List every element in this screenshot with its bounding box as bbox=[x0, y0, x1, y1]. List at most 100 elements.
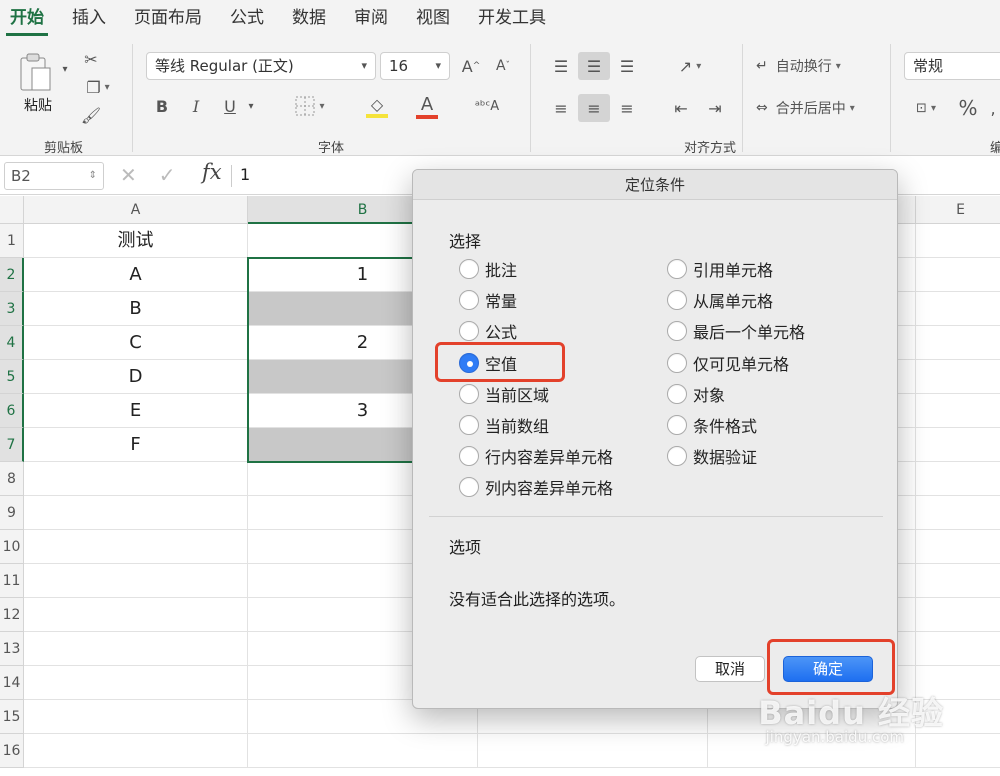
radio-option[interactable]: 条件格式 bbox=[667, 412, 757, 438]
row-header[interactable]: 13 bbox=[0, 632, 24, 666]
font-color-button[interactable]: A bbox=[404, 92, 450, 120]
cell[interactable] bbox=[478, 734, 708, 768]
align-left-icon[interactable]: ≡ bbox=[546, 94, 576, 122]
cell[interactable] bbox=[916, 530, 1000, 564]
row-header[interactable]: 12 bbox=[0, 598, 24, 632]
cell[interactable]: C bbox=[24, 326, 248, 360]
row-header[interactable]: 14 bbox=[0, 666, 24, 700]
cell[interactable]: B bbox=[24, 292, 248, 326]
row-header[interactable]: 5 bbox=[0, 360, 24, 394]
cell[interactable] bbox=[916, 462, 1000, 496]
row-header[interactable]: 1 bbox=[0, 224, 24, 258]
paste-button[interactable] bbox=[14, 50, 58, 96]
font-name-select[interactable]: 等线 Regular (正文) ▾ bbox=[146, 52, 376, 80]
cell[interactable] bbox=[24, 564, 248, 598]
cell[interactable] bbox=[24, 496, 248, 530]
bold-button[interactable]: B bbox=[150, 94, 174, 118]
radio-button[interactable] bbox=[667, 353, 687, 373]
align-top-icon[interactable]: ☰ bbox=[546, 52, 576, 80]
cell[interactable] bbox=[916, 564, 1000, 598]
confirm-icon[interactable]: ✓ bbox=[159, 163, 176, 187]
radio-option[interactable]: 数据验证 bbox=[667, 443, 757, 469]
radio-button[interactable] bbox=[667, 259, 687, 279]
radio-option[interactable]: 行内容差异单元格 bbox=[459, 443, 613, 469]
row-header[interactable]: 10 bbox=[0, 530, 24, 564]
cell[interactable] bbox=[916, 734, 1000, 768]
cell[interactable]: D bbox=[24, 360, 248, 394]
column-header[interactable]: E bbox=[916, 196, 1000, 224]
radio-button[interactable] bbox=[459, 259, 479, 279]
radio-option[interactable]: 批注 bbox=[459, 256, 517, 282]
fill-color-button[interactable]: ◇ bbox=[354, 92, 400, 120]
cancel-button[interactable]: 取消 bbox=[695, 656, 765, 682]
copy-icon[interactable]: ❐ ▾ bbox=[78, 76, 118, 98]
row-header[interactable]: 9 bbox=[0, 496, 24, 530]
row-header[interactable]: 2 bbox=[0, 258, 24, 292]
radio-button[interactable] bbox=[459, 353, 479, 373]
underline-button[interactable]: U bbox=[218, 94, 242, 118]
cell[interactable] bbox=[24, 632, 248, 666]
radio-option[interactable]: 对象 bbox=[667, 381, 725, 407]
cell[interactable] bbox=[916, 428, 1000, 462]
radio-button[interactable] bbox=[667, 290, 687, 310]
row-header[interactable]: 8 bbox=[0, 462, 24, 496]
ok-button[interactable]: 确定 bbox=[783, 656, 873, 682]
radio-button[interactable] bbox=[667, 384, 687, 404]
align-right-icon[interactable]: ≡ bbox=[612, 94, 642, 122]
formula-input[interactable]: 1 bbox=[240, 165, 250, 184]
radio-option[interactable]: 公式 bbox=[459, 318, 517, 344]
cell[interactable] bbox=[24, 598, 248, 632]
align-middle-icon[interactable]: ☰ bbox=[578, 52, 610, 80]
cell[interactable]: F bbox=[24, 428, 248, 462]
row-header[interactable]: 3 bbox=[0, 292, 24, 326]
cell[interactable] bbox=[916, 394, 1000, 428]
cell[interactable] bbox=[916, 632, 1000, 666]
cell[interactable] bbox=[24, 462, 248, 496]
tab-developer[interactable]: 开发工具 bbox=[478, 0, 546, 38]
radio-button[interactable] bbox=[459, 415, 479, 435]
cell[interactable] bbox=[24, 700, 248, 734]
radio-button[interactable] bbox=[459, 384, 479, 404]
row-header[interactable]: 7 bbox=[0, 428, 24, 462]
radio-option[interactable]: 引用单元格 bbox=[667, 256, 773, 282]
cell[interactable] bbox=[916, 224, 1000, 258]
radio-option[interactable]: 当前数组 bbox=[459, 412, 549, 438]
tab-formulas[interactable]: 公式 bbox=[230, 0, 264, 38]
tab-insert[interactable]: 插入 bbox=[72, 0, 106, 38]
tab-review[interactable]: 审阅 bbox=[354, 0, 388, 38]
cell[interactable] bbox=[248, 734, 478, 768]
cell[interactable] bbox=[916, 598, 1000, 632]
decrease-indent-icon[interactable]: ⇤ bbox=[668, 94, 694, 122]
font-size-select[interactable]: 16 ▾ bbox=[380, 52, 450, 80]
cut-icon[interactable]: ✂ bbox=[80, 48, 102, 70]
select-all-corner[interactable] bbox=[0, 196, 24, 224]
row-header[interactable]: 16 bbox=[0, 734, 24, 768]
radio-button[interactable] bbox=[459, 290, 479, 310]
radio-option[interactable]: 当前区域 bbox=[459, 381, 549, 407]
radio-button[interactable] bbox=[667, 415, 687, 435]
column-header[interactable]: A bbox=[24, 196, 248, 224]
italic-button[interactable]: I bbox=[184, 94, 208, 118]
phonetic-icon[interactable]: ᵃᵇᶜA bbox=[470, 92, 504, 120]
merge-center-button[interactable]: ⇔ 合并后居中 ▾ bbox=[756, 94, 880, 122]
radio-option[interactable]: 仅可见单元格 bbox=[667, 350, 789, 376]
cell[interactable]: E bbox=[24, 394, 248, 428]
radio-button[interactable] bbox=[459, 321, 479, 341]
comma-style-icon[interactable]: , bbox=[986, 94, 1000, 122]
row-header[interactable]: 4 bbox=[0, 326, 24, 360]
align-center-icon[interactable]: ≡ bbox=[578, 94, 610, 122]
radio-option[interactable]: 空值 bbox=[459, 350, 517, 376]
wrap-text-button[interactable]: ↵ 自动换行 ▾ bbox=[756, 52, 866, 80]
tab-view[interactable]: 视图 bbox=[416, 0, 450, 38]
radio-button[interactable] bbox=[667, 446, 687, 466]
orientation-icon[interactable]: ↗ ▾ bbox=[668, 52, 712, 80]
percent-button[interactable]: % bbox=[954, 94, 982, 122]
tab-data[interactable]: 数据 bbox=[292, 0, 326, 38]
tab-home[interactable]: 开始 bbox=[6, 0, 48, 38]
row-header[interactable]: 6 bbox=[0, 394, 24, 428]
radio-option[interactable]: 常量 bbox=[459, 287, 517, 313]
increase-indent-icon[interactable]: ⇥ bbox=[702, 94, 728, 122]
cell[interactable]: 测试 bbox=[24, 224, 248, 258]
number-format-select[interactable]: 常规 bbox=[904, 52, 1000, 80]
row-header[interactable]: 15 bbox=[0, 700, 24, 734]
